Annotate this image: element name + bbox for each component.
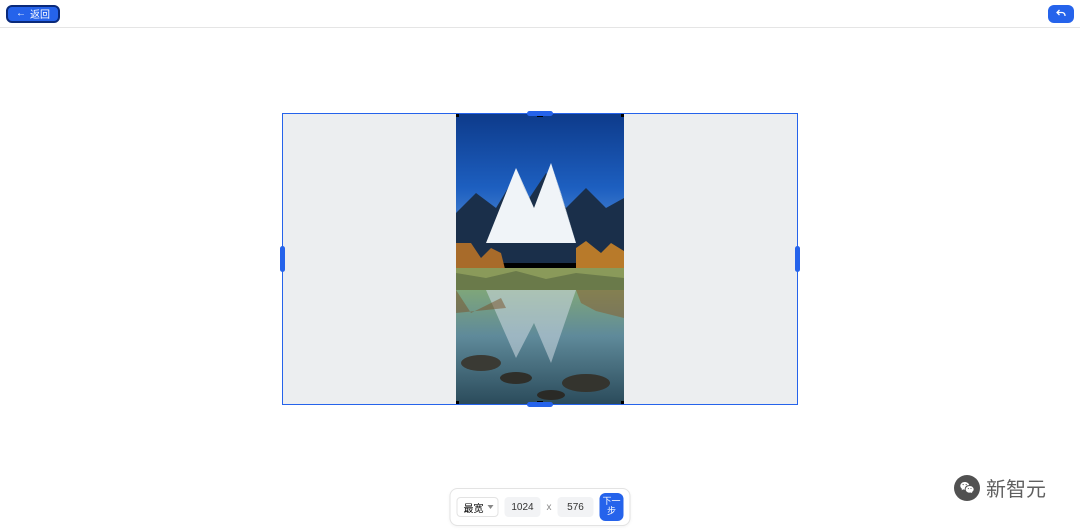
image-handle-tr[interactable] (621, 114, 624, 117)
aspect-label: 最宽 (464, 500, 484, 515)
next-label: 下一步 (602, 497, 622, 517)
dimension-separator: x (547, 502, 552, 513)
height-input[interactable] (558, 497, 594, 517)
landscape-image (456, 114, 624, 404)
back-button[interactable]: ← 返回 (6, 5, 60, 23)
watermark-text: 新智元 (986, 473, 1046, 502)
crop-handle-right[interactable] (795, 246, 800, 272)
width-input[interactable] (505, 497, 541, 517)
wechat-icon (954, 475, 980, 501)
crop-frame[interactable] (282, 113, 798, 405)
crop-handle-bottom[interactable] (527, 402, 553, 407)
back-label: 返回 (30, 6, 50, 21)
next-button[interactable]: 下一步 (600, 493, 624, 521)
undo-button[interactable] (1048, 5, 1074, 23)
image-region[interactable] (456, 114, 624, 404)
footer-toolbar: 最宽 x 下一步 (450, 488, 631, 526)
aspect-select[interactable]: 最宽 (457, 497, 499, 517)
watermark: 新智元 (954, 473, 1046, 502)
arrow-left-icon: ← (16, 9, 26, 19)
image-handle-tl[interactable] (456, 114, 459, 117)
image-handle-br[interactable] (621, 401, 624, 404)
canvas-area (0, 28, 1080, 490)
crop-handle-top[interactable] (527, 111, 553, 116)
image-handle-bl[interactable] (456, 401, 459, 404)
undo-icon (1054, 8, 1068, 20)
header: ← 返回 (0, 0, 1080, 28)
crop-handle-left[interactable] (280, 246, 285, 272)
